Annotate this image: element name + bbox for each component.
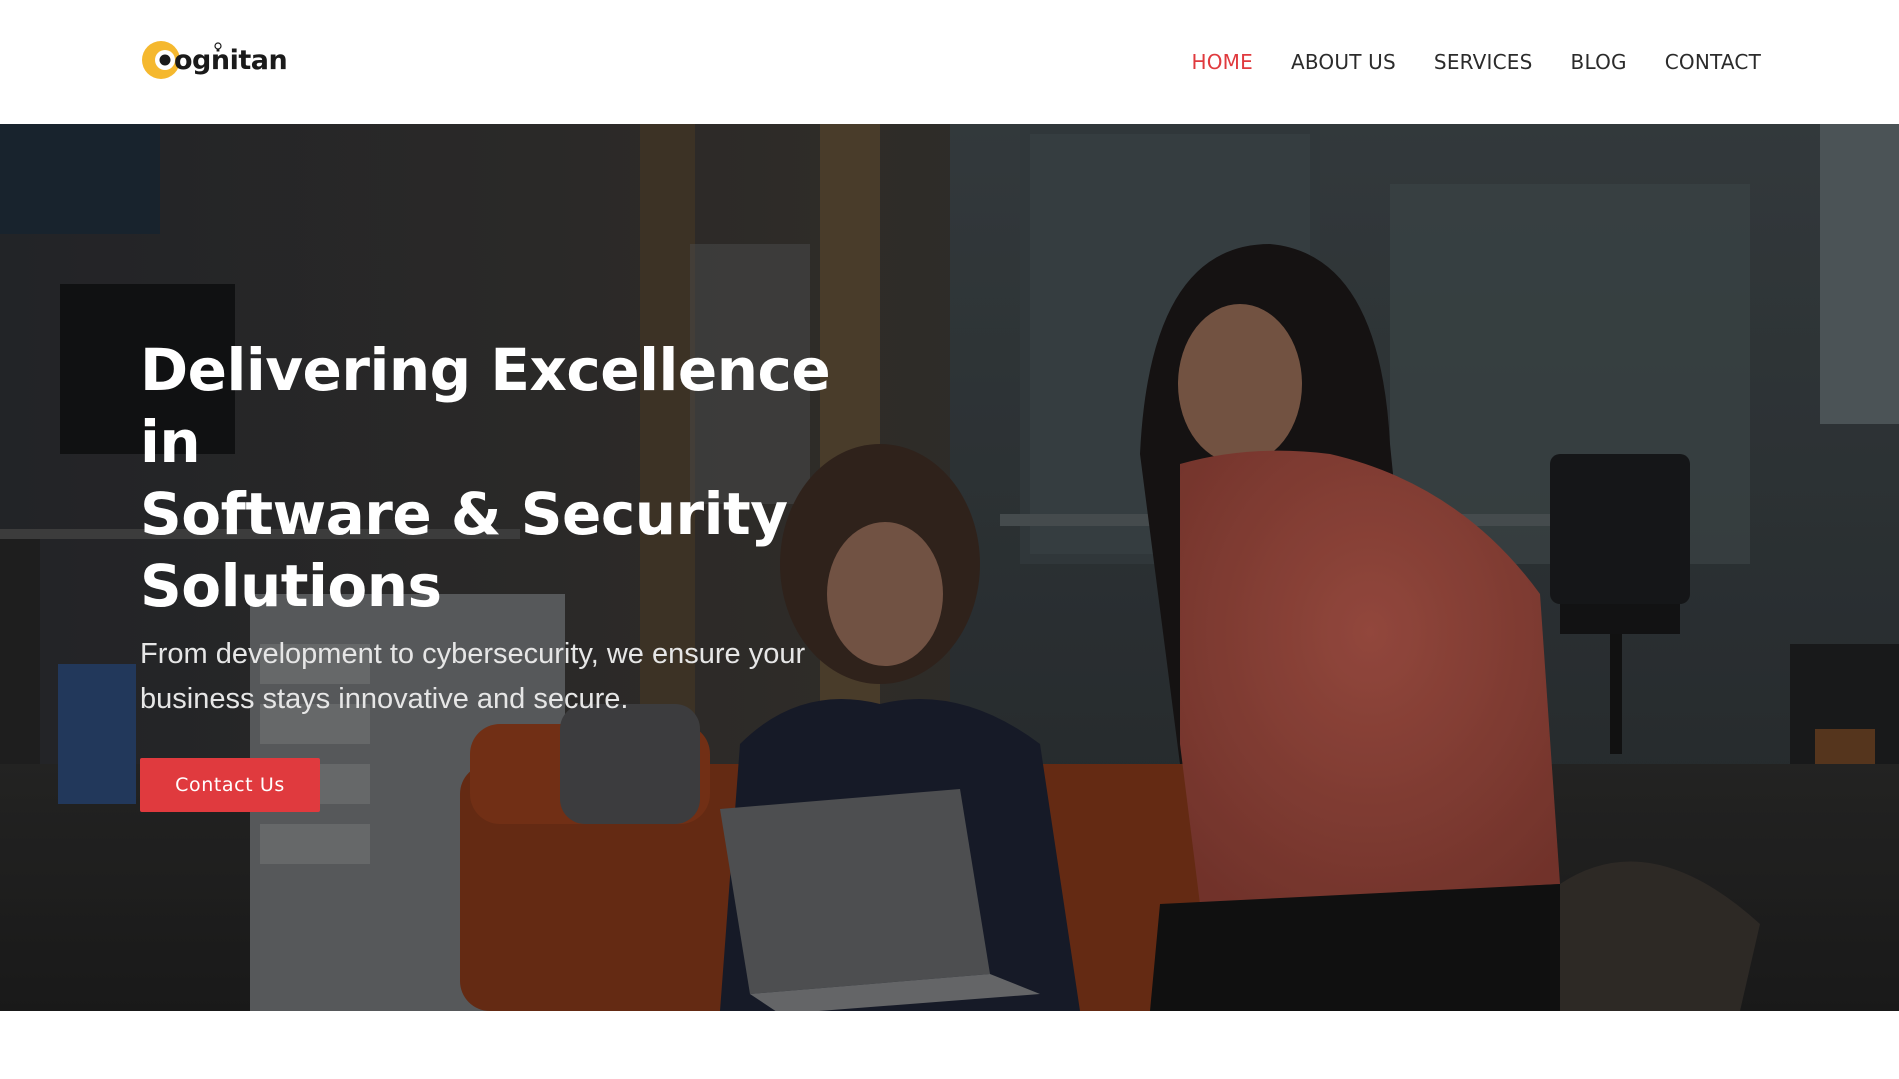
bulb-icon bbox=[214, 42, 222, 52]
nav-blog[interactable]: BLOG bbox=[1571, 50, 1627, 74]
brand-logo[interactable]: ognitan bbox=[140, 34, 288, 84]
hero-subtitle-line: From development to cybersecurity, we en… bbox=[140, 638, 806, 670]
hero-subtitle: From development to cybersecurity, we en… bbox=[140, 632, 860, 722]
contact-us-button[interactable]: Contact Us bbox=[140, 758, 320, 812]
nav-home[interactable]: HOME bbox=[1191, 50, 1252, 74]
hero-title-line: Delivering Excellence in bbox=[140, 336, 831, 476]
site-header: ognitan HOME ABOUT US SERVICES BLOG CONT… bbox=[0, 0, 1899, 124]
hero-content: Delivering Excellence in Software & Secu… bbox=[140, 334, 900, 812]
main-nav: HOME ABOUT US SERVICES BLOG CONTACT bbox=[1153, 0, 1761, 124]
nav-about-us[interactable]: ABOUT US bbox=[1291, 50, 1396, 74]
nav-services[interactable]: SERVICES bbox=[1434, 50, 1533, 74]
nav-contact[interactable]: CONTACT bbox=[1665, 50, 1761, 74]
hero-title: Delivering Excellence in Software & Secu… bbox=[140, 334, 900, 622]
hero-title-line: Software & Security bbox=[140, 480, 788, 548]
hero-title-line: Solutions bbox=[140, 552, 442, 620]
hero-section: Delivering Excellence in Software & Secu… bbox=[0, 124, 1899, 1011]
hero-subtitle-line: business stays innovative and secure. bbox=[140, 683, 629, 715]
brand-name: ognitan bbox=[174, 44, 288, 76]
